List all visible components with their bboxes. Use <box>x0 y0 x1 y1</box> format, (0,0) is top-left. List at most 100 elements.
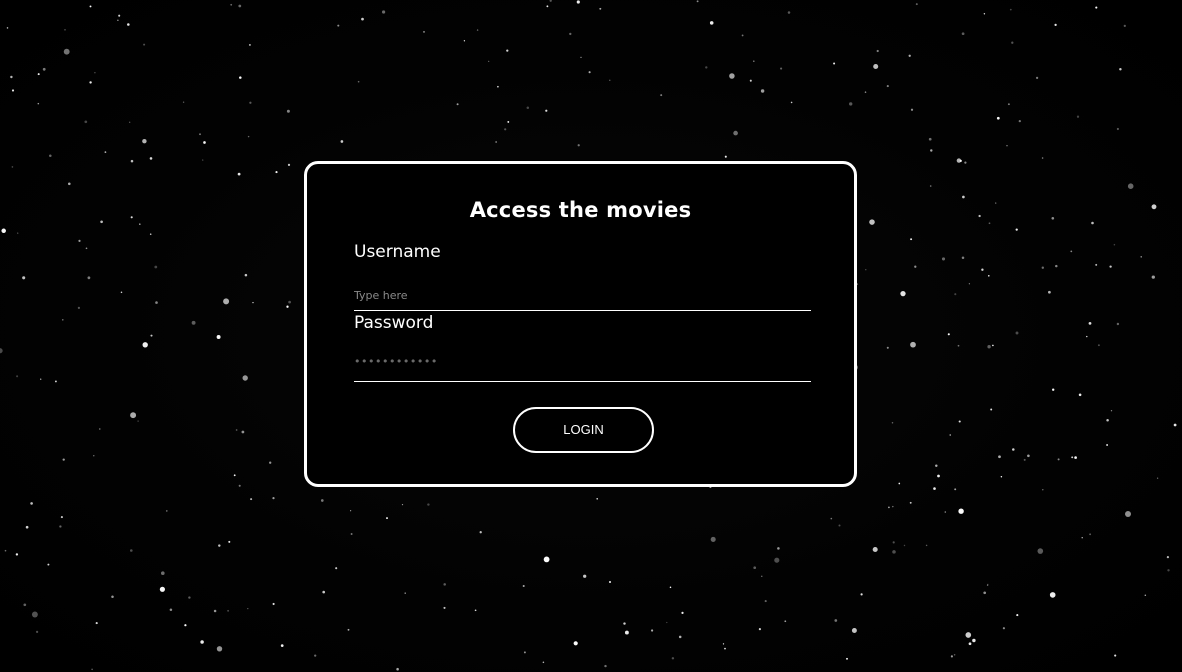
star <box>1151 275 1155 279</box>
star <box>523 651 526 654</box>
star <box>62 458 65 461</box>
star <box>1125 511 1131 517</box>
star <box>961 32 965 36</box>
login-button[interactable]: LOGIN <box>513 407 654 453</box>
star <box>497 85 499 88</box>
star <box>155 301 158 304</box>
star <box>54 380 57 383</box>
star <box>729 73 735 79</box>
star <box>988 275 990 277</box>
star <box>238 484 241 487</box>
star <box>129 121 131 123</box>
star <box>1076 115 1080 118</box>
star <box>1055 264 1058 268</box>
star <box>216 646 223 652</box>
star <box>968 283 971 285</box>
star <box>93 455 95 457</box>
star <box>15 553 19 556</box>
star <box>130 412 137 419</box>
star <box>784 620 787 623</box>
star <box>1041 157 1044 159</box>
star <box>423 31 425 33</box>
star <box>85 247 88 250</box>
star <box>954 488 957 491</box>
star <box>68 182 71 186</box>
star <box>681 611 684 615</box>
star <box>990 408 993 411</box>
star <box>6 27 9 29</box>
star <box>347 628 350 631</box>
star <box>933 487 936 490</box>
star <box>987 344 991 349</box>
star <box>1106 444 1109 446</box>
star <box>526 106 530 110</box>
page-background: Access the movies Username Password LOGI… <box>0 0 1182 672</box>
star <box>169 608 173 611</box>
star <box>64 29 66 31</box>
star <box>16 375 19 378</box>
star <box>233 474 236 477</box>
star <box>983 13 986 15</box>
username-label: Username <box>354 242 441 262</box>
star <box>396 667 399 671</box>
star <box>443 583 446 586</box>
star <box>463 40 466 42</box>
star <box>957 344 960 347</box>
star <box>223 298 230 305</box>
star <box>910 108 914 111</box>
star <box>995 202 997 204</box>
star <box>1011 41 1014 44</box>
star <box>1156 477 1159 479</box>
star <box>120 291 123 294</box>
star <box>777 547 780 550</box>
star <box>910 341 916 348</box>
star <box>77 306 81 310</box>
star <box>340 140 344 143</box>
star <box>401 504 404 506</box>
star <box>31 611 38 618</box>
star <box>239 76 242 79</box>
star <box>928 137 932 141</box>
star <box>250 498 253 501</box>
star <box>1086 335 1088 338</box>
star <box>577 144 580 147</box>
star <box>958 508 964 514</box>
star <box>427 503 430 506</box>
login-title: Access the movies <box>469 198 692 222</box>
star <box>149 233 152 235</box>
star <box>709 21 714 25</box>
star <box>199 133 201 136</box>
star <box>474 609 477 612</box>
star <box>248 43 251 46</box>
star <box>583 574 587 578</box>
star <box>227 609 230 612</box>
star <box>1000 476 1003 478</box>
star <box>1109 265 1112 268</box>
star <box>1023 458 1026 461</box>
star <box>1110 410 1113 412</box>
star <box>886 85 889 88</box>
star <box>929 185 932 187</box>
star <box>130 159 134 163</box>
star <box>780 67 783 70</box>
star <box>851 628 857 633</box>
star <box>62 319 64 321</box>
star <box>142 138 147 144</box>
star <box>830 517 833 520</box>
star <box>1015 228 1018 231</box>
username-input[interactable] <box>354 280 811 311</box>
star <box>1167 569 1170 572</box>
star <box>476 29 479 31</box>
star <box>915 3 918 6</box>
star <box>111 595 114 599</box>
star <box>1012 448 1015 451</box>
star <box>506 49 509 52</box>
password-input[interactable] <box>354 342 811 382</box>
star <box>1057 458 1060 461</box>
star <box>137 420 139 422</box>
star <box>335 567 338 570</box>
star <box>11 166 14 168</box>
star <box>761 575 763 577</box>
star <box>950 655 953 658</box>
star <box>165 510 168 512</box>
